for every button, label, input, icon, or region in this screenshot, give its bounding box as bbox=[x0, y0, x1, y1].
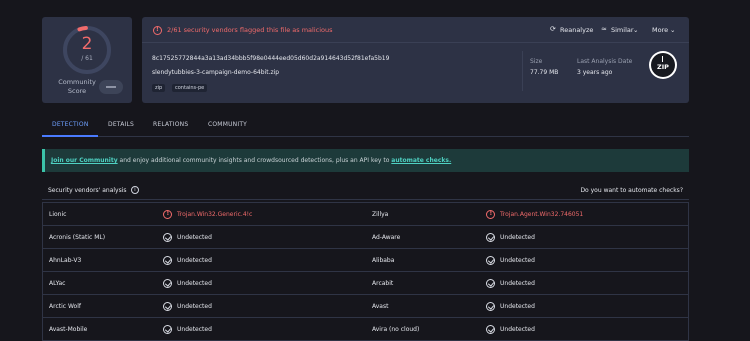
banner-text: Join our Community and enjoy additional … bbox=[51, 157, 452, 164]
community-banner: Join our Community and enjoy additional … bbox=[42, 149, 689, 172]
vendors-header: Security vendors' analysis i Do you want… bbox=[42, 181, 689, 200]
info-icon[interactable]: i bbox=[131, 186, 139, 194]
tab-detection[interactable]: DETECTION bbox=[52, 121, 89, 128]
vendor-result: Undetected bbox=[177, 280, 212, 287]
alert-icon bbox=[153, 26, 162, 35]
reanalyze-icon: ⟳ bbox=[550, 25, 556, 33]
vendor-result: Undetected bbox=[500, 234, 535, 241]
meta-divider bbox=[522, 51, 523, 91]
undetected-check-icon bbox=[486, 256, 495, 265]
vendor-result: Undetected bbox=[177, 257, 212, 264]
undetected-check-icon bbox=[486, 279, 495, 288]
vendor-name: Zillya bbox=[372, 211, 389, 218]
summary-header: 2/61 security vendors flagged this file … bbox=[142, 17, 689, 43]
table-row: Avast-Mobile Undetected Avira (no cloud) Un… bbox=[43, 318, 688, 341]
tag-zip[interactable]: zip bbox=[152, 84, 166, 92]
vendor-result: Trojan.Agent.Win32.746051 bbox=[500, 211, 584, 218]
vendor-result: Trojan.Win32.Generic.4!c bbox=[177, 211, 253, 218]
vendor-name: Avast bbox=[372, 303, 389, 310]
table-row: AhnLab-V3 Undetected Alibaba Undetected bbox=[43, 249, 688, 272]
undetected-check-icon bbox=[163, 233, 172, 242]
table-row: ALYac Undetected Arcabit Undetected bbox=[43, 272, 688, 295]
vendor-name: AhnLab-V3 bbox=[49, 257, 82, 264]
vendor-results-table: Lionic Trojan.Win32.Generic.4!c Zillya Troj… bbox=[42, 202, 689, 341]
tab-community[interactable]: COMMUNITY bbox=[208, 121, 247, 128]
reanalyze-button[interactable]: Reanalyze bbox=[560, 26, 593, 34]
undetected-check-icon bbox=[163, 302, 172, 311]
vendor-name: Arctic Wolf bbox=[49, 303, 81, 310]
tag-contains-pe[interactable]: contains-pe bbox=[172, 84, 208, 92]
undetected-check-icon bbox=[163, 279, 172, 288]
detection-count: 2 bbox=[81, 34, 93, 54]
undetected-check-icon bbox=[486, 325, 495, 334]
detection-total: / 61 bbox=[81, 55, 93, 62]
tab-bar: DETECTION DETAILS RELATIONS COMMUNITY bbox=[42, 117, 689, 137]
vendor-name: Avast-Mobile bbox=[49, 326, 88, 333]
file-summary-card: 2/61 security vendors flagged this file … bbox=[142, 17, 689, 103]
similar-icon: ≈ bbox=[601, 25, 607, 33]
detection-score-card: 2 / 61 Community Score bbox=[42, 17, 132, 103]
vendor-result: Undetected bbox=[500, 303, 535, 310]
tab-details[interactable]: DETAILS bbox=[108, 121, 134, 128]
malicious-alert-text: 2/61 security vendors flagged this file … bbox=[167, 26, 333, 34]
vendor-name: ALYac bbox=[49, 280, 66, 287]
table-row: Lionic Trojan.Win32.Generic.4!c Zillya Troj… bbox=[43, 203, 688, 226]
vendor-name: Alibaba bbox=[372, 257, 395, 264]
table-row: Arctic Wolf Undetected Avast Undetected bbox=[43, 295, 688, 318]
similar-chevron-icon[interactable]: ⌄ bbox=[633, 26, 638, 34]
automate-checks-question[interactable]: Do you want to automate checks? bbox=[580, 187, 683, 194]
join-community-link[interactable]: Join our Community bbox=[51, 157, 118, 164]
vendor-result: Undetected bbox=[500, 280, 535, 287]
undetected-check-icon bbox=[163, 256, 172, 265]
vendor-name: Arcabit bbox=[372, 280, 394, 287]
vendor-result: Undetected bbox=[500, 326, 535, 333]
vendor-result: Undetected bbox=[177, 303, 212, 310]
automate-checks-link[interactable]: automate checks. bbox=[391, 157, 451, 164]
vendor-name: Avira (no cloud) bbox=[372, 326, 420, 333]
vendor-name: Lionic bbox=[49, 211, 67, 218]
more-chevron-icon[interactable]: ⌄ bbox=[670, 26, 675, 34]
file-hash[interactable]: 8c17525772844a3a13ad34bbb5f98e0444eed05d… bbox=[152, 55, 389, 62]
vendor-result: Undetected bbox=[500, 257, 535, 264]
vendors-title: Security vendors' analysis bbox=[48, 187, 127, 194]
vendor-result: Undetected bbox=[177, 234, 212, 241]
size-label: Size bbox=[530, 58, 543, 65]
tab-relations[interactable]: RELATIONS bbox=[153, 121, 188, 128]
file-name: slendytubbies-3-campaign-demo-64bit.zip bbox=[152, 69, 280, 76]
zip-file-icon: ZIP bbox=[649, 51, 677, 79]
similar-button[interactable]: Similar bbox=[611, 26, 634, 34]
last-analysis-value: 3 years ago bbox=[577, 69, 613, 76]
community-score-label: Community Score bbox=[58, 78, 96, 95]
undetected-check-icon bbox=[486, 302, 495, 311]
community-score-toggle[interactable] bbox=[99, 80, 123, 94]
vendor-name: Acronis (Static ML) bbox=[49, 234, 106, 241]
malicious-alert-icon bbox=[486, 210, 495, 219]
active-tab-indicator bbox=[42, 135, 98, 137]
undetected-check-icon bbox=[486, 233, 495, 242]
malicious-alert-icon bbox=[163, 210, 172, 219]
vendor-result: Undetected bbox=[177, 326, 212, 333]
undetected-check-icon bbox=[163, 325, 172, 334]
last-analysis-label: Last Analysis Date bbox=[577, 58, 633, 65]
table-row: Acronis (Static ML) Undetected Ad-Aware Und… bbox=[43, 226, 688, 249]
vendor-name: Ad-Aware bbox=[372, 234, 401, 241]
size-value: 77.79 MB bbox=[530, 69, 559, 76]
more-button[interactable]: More bbox=[652, 26, 668, 34]
